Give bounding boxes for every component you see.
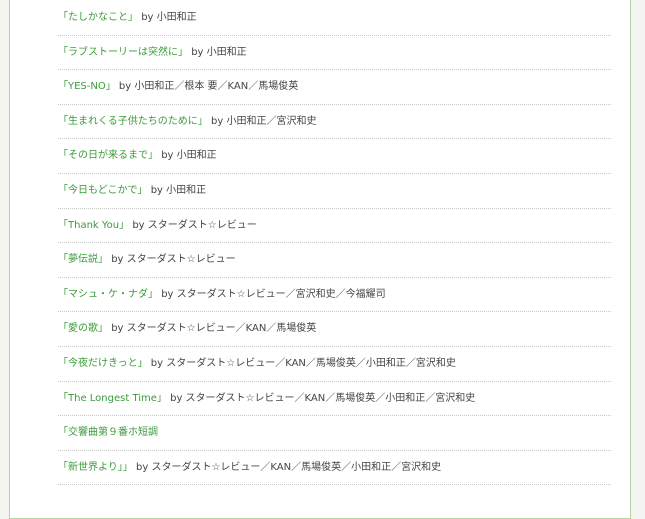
song-title-link[interactable]: 「今夜だけきっと」 — [58, 358, 148, 369]
song-title-link[interactable]: 「その日が来るまで」 — [58, 150, 158, 161]
list-item: 「生まれくる子供たちのために」 by 小田和正／宮沢和史 — [58, 105, 611, 140]
content-panel: 「たしかなこと」 by 小田和正 「ラブストーリーは突然に」 by 小田和正 「… — [9, 0, 631, 519]
song-title-link[interactable]: 「新世界より」」 — [58, 462, 133, 473]
list-item: 「新世界より」」 by スターダスト☆レビュー／KAN／馬場俊英／小田和正／宮沢… — [58, 451, 611, 486]
song-credit: by 小田和正 — [150, 184, 207, 196]
song-credit: by 小田和正 — [161, 150, 217, 162]
song-title-link[interactable]: 「たしかなこと」 — [58, 12, 138, 23]
song-credit: by 小田和正／宮沢和史 — [211, 115, 317, 127]
song-title-link[interactable]: 「今日もどこかで」 — [58, 185, 148, 196]
song-credit: by 小田和正 — [191, 46, 247, 58]
list-item: 「Thank You」 by スターダスト☆レビュー — [58, 209, 611, 244]
song-credit: by スターダスト☆レビュー／宮沢和史／今福耀司 — [161, 288, 386, 300]
list-item: 「今夜だけきっと」 by スターダスト☆レビュー／KAN／馬場俊英／小田和正／宮… — [58, 347, 611, 382]
song-credit: by スターダスト☆レビュー／KAN／馬場俊英／小田和正／宮沢和史 — [170, 392, 476, 404]
song-credit: by スターダスト☆レビュー — [111, 254, 236, 266]
list-item: 「ラブストーリーは突然に」 by 小田和正 — [58, 36, 611, 71]
song-title-link[interactable]: 「Thank You」 — [58, 220, 129, 231]
song-title-link[interactable]: 「マシュ・ケ・ナダ」 — [58, 289, 158, 300]
song-title-link[interactable]: 「生まれくる子供たちのために」 — [58, 116, 208, 127]
song-credit: by スターダスト☆レビュー／KAN／馬場俊英 — [111, 323, 317, 335]
song-title-link[interactable]: 「ラブストーリーは突然に」 — [58, 47, 188, 58]
list-item: 「YES-NO」 by 小田和正／根本 要／KAN／馬場俊英 — [58, 70, 611, 105]
list-item: 「夢伝説」 by スターダスト☆レビュー — [58, 243, 611, 278]
song-title-link[interactable]: 「夢伝説」 — [58, 254, 108, 265]
list-item: 「The Longest Time」 by スターダスト☆レビュー／KAN／馬場… — [58, 382, 611, 417]
list-item: 「たしかなこと」 by 小田和正 — [58, 1, 611, 36]
song-title-link[interactable]: 「YES-NO」 — [58, 81, 116, 92]
song-title-link[interactable]: 「The Longest Time」 — [58, 393, 167, 404]
song-credit: by 小田和正／根本 要／KAN／馬場俊英 — [118, 81, 299, 93]
list-item: 「マシュ・ケ・ナダ」 by スターダスト☆レビュー／宮沢和史／今福耀司 — [58, 278, 611, 313]
list-item: 「愛の歌」 by スターダスト☆レビュー／KAN／馬場俊英 — [58, 312, 611, 347]
list-item: 「今日もどこかで」 by 小田和正 — [58, 174, 611, 209]
song-title-link[interactable]: 「交響曲第９番ホ短調 — [58, 427, 158, 438]
song-credit: by スターダスト☆レビュー — [132, 219, 257, 231]
song-credit: by スターダスト☆レビュー／KAN／馬場俊英／小田和正／宮沢和史 — [136, 461, 442, 473]
list-item: 「その日が来るまで」 by 小田和正 — [58, 139, 611, 174]
list-item: 「交響曲第９番ホ短調 — [58, 416, 611, 451]
song-credit: by 小田和正 — [141, 12, 197, 23]
song-credit: by スターダスト☆レビュー／KAN／馬場俊英／小田和正／宮沢和史 — [150, 357, 456, 369]
song-list: 「たしかなこと」 by 小田和正 「ラブストーリーは突然に」 by 小田和正 「… — [58, 1, 611, 486]
song-title-link[interactable]: 「愛の歌」 — [58, 323, 108, 334]
